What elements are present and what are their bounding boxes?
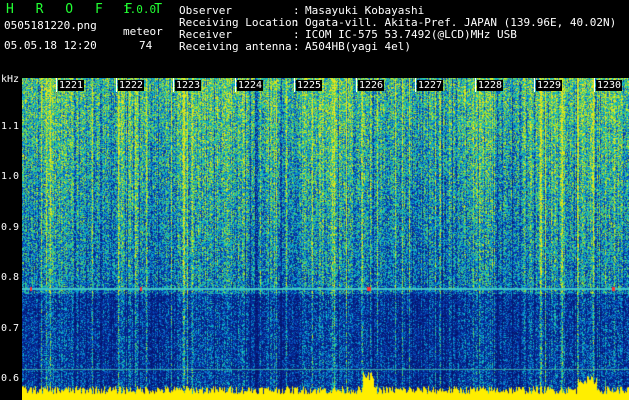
receiver-label: Receiver bbox=[179, 28, 232, 41]
frequency-tick-label: 1.0 bbox=[1, 171, 20, 183]
time-tick-label: 1226 bbox=[358, 80, 385, 91]
frequency-tick-label: 1.1 bbox=[1, 121, 20, 132]
header-panel: H R O F F T 1.0.0 0505181220.png meteor … bbox=[0, 0, 629, 78]
frequency-unit-label: kHz bbox=[1, 74, 20, 85]
time-tick-label: 1227 bbox=[417, 80, 444, 91]
time-tick-mark bbox=[415, 78, 416, 92]
meteor-count: 74 bbox=[139, 39, 153, 52]
time-tick-mark bbox=[56, 78, 57, 92]
time-tick-mark bbox=[356, 78, 357, 92]
time-tick-mark bbox=[534, 78, 535, 92]
receiver-colon: : bbox=[293, 28, 300, 41]
receiver-value: ICOM IC-575 53.7492(@LCD)MHz USB bbox=[305, 28, 517, 41]
time-tick-mark bbox=[294, 78, 295, 92]
waterfall-canvas bbox=[22, 78, 629, 400]
time-tick-label: 1222 bbox=[118, 80, 145, 91]
spectrogram-waterfall bbox=[22, 78, 629, 400]
antenna-label: Receiving antenna bbox=[179, 40, 292, 53]
time-tick-label: 1224 bbox=[237, 80, 264, 91]
observation-datetime: 05.05.18 12:20 bbox=[4, 39, 97, 52]
location-colon: : bbox=[293, 16, 300, 29]
time-tick-label: 1228 bbox=[477, 80, 504, 91]
antenna-colon: : bbox=[293, 40, 300, 53]
frequency-tick-label: 0.6 bbox=[1, 373, 20, 384]
frequency-tick-label: 0.8 bbox=[1, 272, 20, 284]
time-tick-label: 1225 bbox=[296, 80, 323, 91]
frequency-tick-label: 0.7 bbox=[1, 322, 20, 334]
time-tick-mark bbox=[116, 78, 117, 92]
time-tick-mark bbox=[173, 78, 174, 92]
file-name: 0505181220.png bbox=[4, 19, 97, 32]
meteor-label: meteor bbox=[123, 25, 163, 38]
antenna-value: A504HB(yagi 4el) bbox=[305, 40, 411, 53]
time-tick-label: 1221 bbox=[58, 80, 85, 91]
location-label: Receiving Location bbox=[179, 16, 299, 29]
time-tick-label: 1230 bbox=[596, 80, 623, 91]
time-tick-mark bbox=[475, 78, 476, 92]
time-tick-label: 1223 bbox=[175, 80, 202, 91]
time-tick-label: 1229 bbox=[536, 80, 563, 91]
time-tick-mark bbox=[594, 78, 595, 92]
observer-label: Observer bbox=[179, 4, 232, 17]
location-value: Ogata-vill. Akita-Pref. JAPAN (139.96E, … bbox=[305, 16, 617, 29]
observer-value: Masayuki Kobayashi bbox=[305, 4, 425, 17]
app-version: 1.0.0 bbox=[123, 3, 157, 16]
time-tick-mark bbox=[235, 78, 236, 92]
frequency-tick-label: 0.9 bbox=[1, 221, 20, 233]
observer-colon: : bbox=[293, 4, 300, 17]
